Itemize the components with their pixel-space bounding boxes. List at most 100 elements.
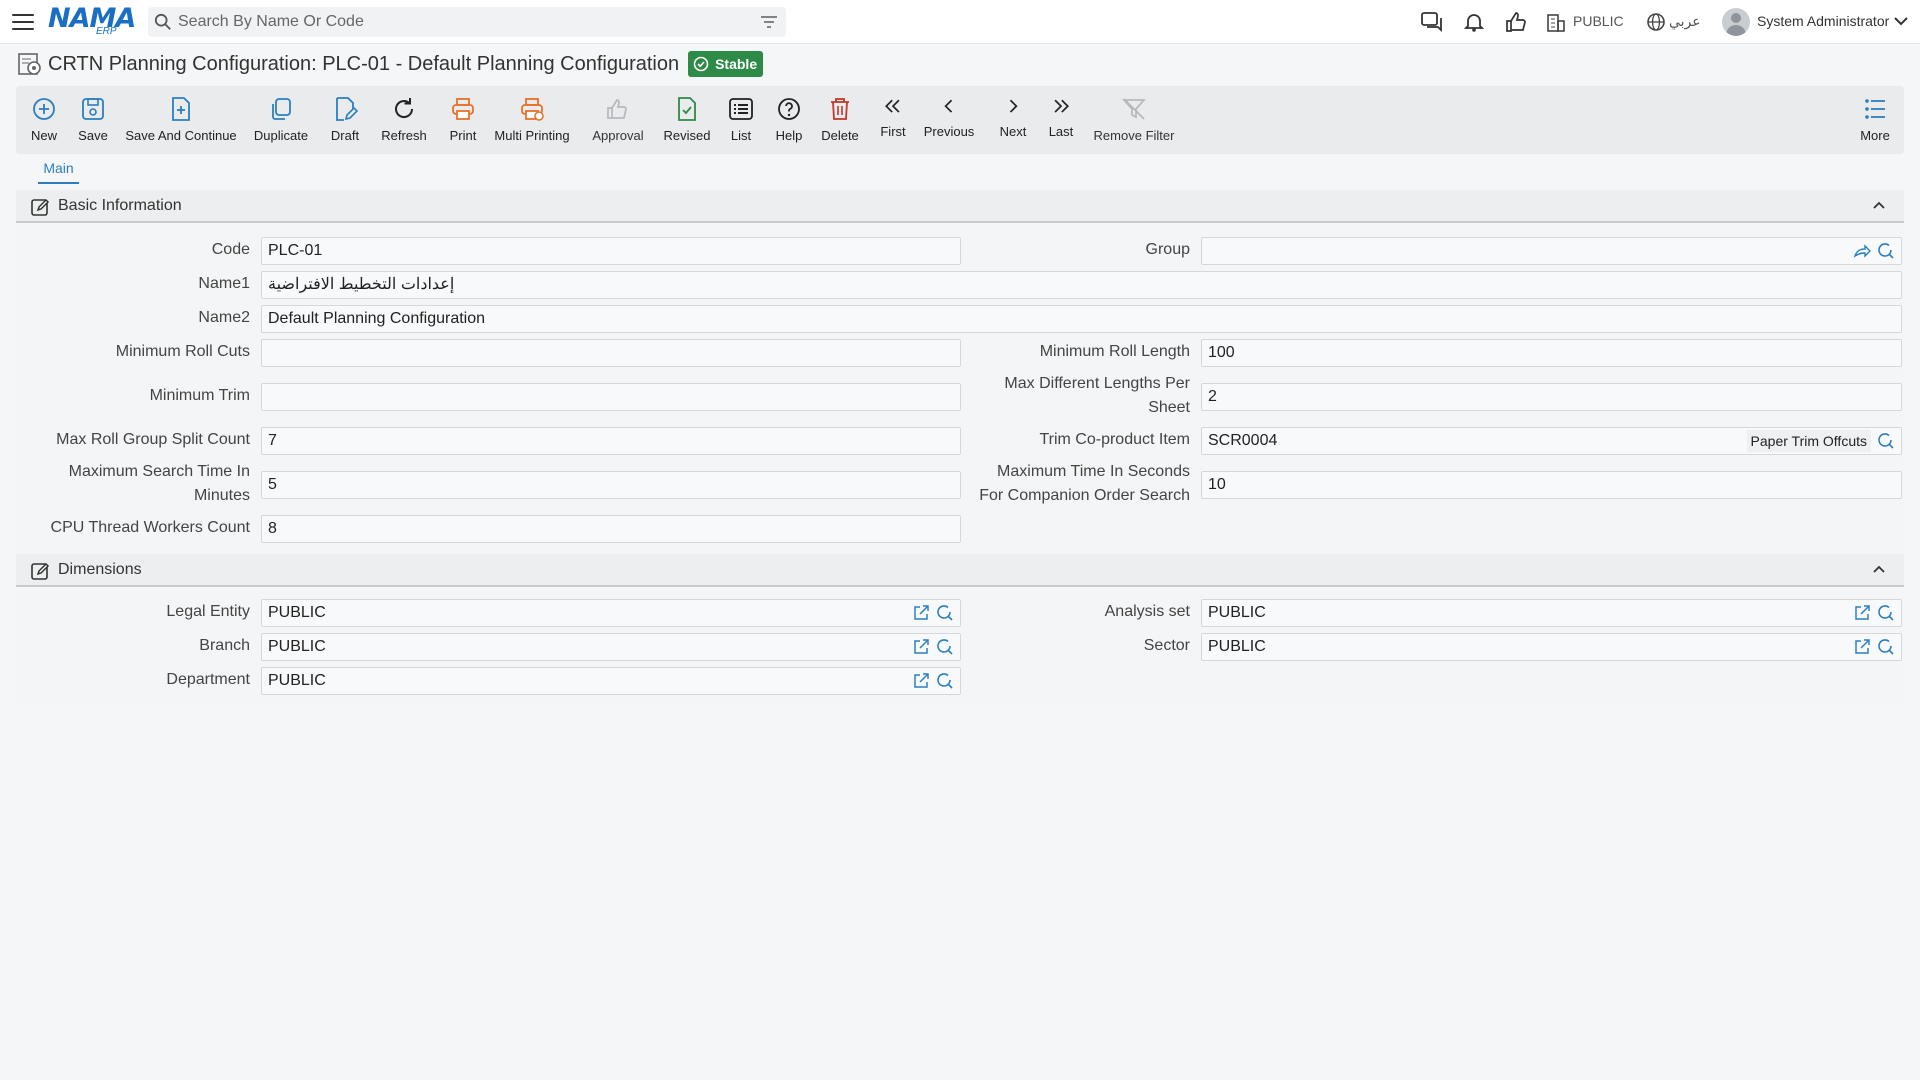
- lookup-search-icon[interactable]: [1877, 604, 1895, 622]
- max-time-seconds-label: Maximum Time In Seconds For Companion Or…: [956, 460, 1190, 508]
- legal-entity-field[interactable]: PUBLIC: [261, 599, 961, 627]
- name1-field[interactable]: إعدادات التخطيط الافتراضية: [261, 271, 1902, 299]
- revised-button[interactable]: Revised: [662, 86, 712, 154]
- max-diff-lengths-label-line2: Sheet: [1148, 399, 1190, 416]
- min-roll-length-field[interactable]: 100: [1201, 339, 1902, 367]
- global-search-input[interactable]: Search By Name Or Code: [148, 7, 786, 37]
- open-external-icon[interactable]: [912, 604, 930, 622]
- open-external-icon[interactable]: [912, 672, 930, 690]
- thumbs-up-icon[interactable]: [1504, 11, 1528, 33]
- department-field[interactable]: PUBLIC: [261, 667, 961, 695]
- code-label: Code: [211, 241, 250, 258]
- max-diff-lengths-field[interactable]: 2: [1201, 383, 1902, 411]
- tab-main[interactable]: Main: [38, 160, 79, 184]
- min-roll-cuts-field[interactable]: [261, 339, 961, 367]
- filter-icon[interactable]: [760, 15, 778, 29]
- organization-selector[interactable]: PUBLIC: [1573, 13, 1624, 29]
- chevron-left-icon: [944, 99, 953, 113]
- thumbs-up-icon: [607, 99, 627, 119]
- chevron-up-icon[interactable]: [1872, 200, 1886, 210]
- max-diff-lengths-label-line1: Max Different Lengths Per: [1004, 375, 1190, 392]
- code-field[interactable]: PLC-01: [261, 237, 961, 265]
- max-search-time-value: 5: [268, 476, 277, 493]
- refresh-icon: [395, 98, 414, 118]
- language-switch[interactable]: عربي: [1669, 13, 1701, 30]
- more-list-icon: [1865, 99, 1885, 119]
- save-and-continue-button[interactable]: Save And Continue: [125, 86, 237, 154]
- first-label: First: [880, 124, 906, 139]
- trim-coproduct-description: Paper Trim Offcuts: [1746, 430, 1871, 452]
- lookup-search-icon[interactable]: [936, 672, 954, 690]
- max-time-seconds-label-line2: For Companion Order Search: [979, 487, 1190, 504]
- group-field[interactable]: [1201, 237, 1902, 265]
- list-icon: [729, 98, 753, 120]
- last-record-button[interactable]: Last: [1046, 86, 1076, 154]
- lookup-search-icon[interactable]: [1877, 432, 1895, 450]
- draft-label: Draft: [330, 128, 360, 143]
- remove-filter-button[interactable]: Remove Filter: [1094, 86, 1174, 154]
- refresh-button[interactable]: Refresh: [380, 86, 428, 154]
- logo-sub-text: ERP: [96, 26, 117, 37]
- dimensions-header[interactable]: Dimensions: [16, 554, 1904, 587]
- basic-information-header[interactable]: Basic Information: [16, 190, 1904, 223]
- new-button-label: New: [30, 128, 57, 143]
- draft-button[interactable]: Draft: [328, 86, 362, 154]
- print-button[interactable]: Print: [446, 86, 480, 154]
- lookup-search-icon[interactable]: [1877, 638, 1895, 656]
- dimensions-section: Dimensions Legal Entity PUBLIC Analysis …: [16, 554, 1904, 704]
- new-button[interactable]: New: [26, 86, 62, 154]
- max-search-time-field[interactable]: 5: [261, 471, 961, 499]
- next-record-button[interactable]: Next: [996, 86, 1030, 154]
- hamburger-menu-icon[interactable]: [12, 12, 34, 32]
- remove-filter-label: Remove Filter: [1093, 128, 1175, 143]
- lookup-search-icon[interactable]: [1877, 242, 1895, 260]
- multi-printing-label: Multi Printing: [494, 128, 570, 143]
- name2-field[interactable]: Default Planning Configuration: [261, 305, 1902, 333]
- sector-field[interactable]: PUBLIC: [1201, 633, 1902, 661]
- filter-off-icon: [1122, 98, 1146, 120]
- bell-icon[interactable]: [1462, 11, 1486, 33]
- status-badge-text: Stable: [715, 56, 758, 72]
- more-button[interactable]: More: [1858, 86, 1892, 154]
- analysis-set-field[interactable]: PUBLIC: [1201, 599, 1902, 627]
- check-circle-icon: [693, 56, 709, 72]
- max-time-seconds-value: 10: [1208, 476, 1226, 493]
- trim-coproduct-value: SCR0004: [1208, 432, 1278, 449]
- max-roll-group-field[interactable]: 7: [261, 427, 961, 455]
- user-menu[interactable]: System Administrator: [1757, 13, 1889, 29]
- open-external-icon[interactable]: [1853, 604, 1871, 622]
- title-row: CRTN Planning Configuration: PLC-01 - De…: [16, 48, 764, 80]
- lookup-search-icon[interactable]: [936, 604, 954, 622]
- delete-button[interactable]: Delete: [820, 86, 860, 154]
- save-button[interactable]: Save: [76, 86, 110, 154]
- basic-information-body: Code PLC-01 Group Name1 إعدادات التخطيط …: [16, 225, 1904, 552]
- cpu-workers-field[interactable]: 8: [261, 515, 961, 543]
- help-button[interactable]: Help: [772, 86, 806, 154]
- branch-field[interactable]: PUBLIC: [261, 633, 961, 661]
- duplicate-button[interactable]: Duplicate: [254, 86, 308, 154]
- open-external-icon[interactable]: [912, 638, 930, 656]
- avatar[interactable]: [1722, 8, 1750, 36]
- chat-icon[interactable]: [1420, 11, 1444, 33]
- trim-coproduct-field[interactable]: SCR0004 Paper Trim Offcuts: [1201, 427, 1902, 455]
- first-record-button[interactable]: First: [878, 86, 908, 154]
- max-search-time-label-line1: Maximum Search Time In: [68, 463, 250, 480]
- list-button[interactable]: List: [726, 86, 756, 154]
- min-trim-field[interactable]: [261, 383, 961, 411]
- page-title: CRTN Planning Configuration: PLC-01 - De…: [48, 52, 680, 75]
- approval-button[interactable]: Approval: [588, 86, 648, 154]
- multi-printing-button[interactable]: Multi Printing: [494, 86, 570, 154]
- open-external-icon[interactable]: [1853, 638, 1871, 656]
- chevron-down-icon[interactable]: [1893, 15, 1909, 27]
- trash-icon: [831, 98, 849, 120]
- min-roll-cuts-label: Minimum Roll Cuts: [115, 343, 250, 360]
- share-icon[interactable]: [1853, 242, 1871, 260]
- max-roll-group-value: 7: [268, 432, 277, 449]
- search-icon: [154, 13, 171, 30]
- app-logo[interactable]: NAMA ERP: [48, 4, 136, 40]
- lookup-search-icon[interactable]: [936, 638, 954, 656]
- max-time-seconds-field[interactable]: 10: [1201, 471, 1902, 499]
- help-label: Help: [775, 128, 803, 143]
- previous-record-button[interactable]: Previous: [924, 86, 974, 154]
- chevron-up-icon[interactable]: [1872, 564, 1886, 574]
